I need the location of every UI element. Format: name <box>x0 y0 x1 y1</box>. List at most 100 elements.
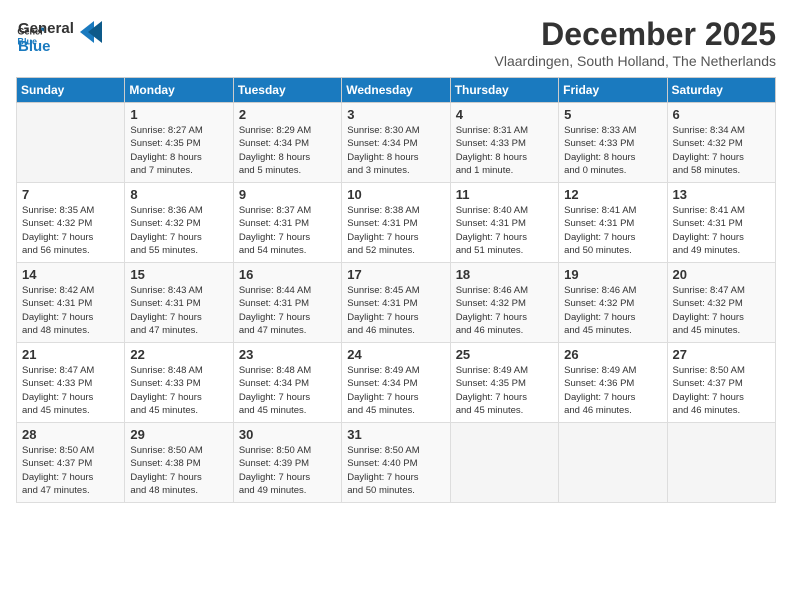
calendar-cell <box>450 423 558 503</box>
day-number: 28 <box>22 427 119 442</box>
calendar-cell: 28 Sunrise: 8:50 AMSunset: 4:37 PMDayligh… <box>17 423 125 503</box>
day-info: Sunrise: 8:46 AMSunset: 4:32 PMDaylight:… <box>564 284 661 337</box>
day-number: 29 <box>130 427 227 442</box>
calendar-cell: 30 Sunrise: 8:50 AMSunset: 4:39 PMDayligh… <box>233 423 341 503</box>
calendar-cell: 19Sunrise: 8:46 AMSunset: 4:32 PMDayligh… <box>559 263 667 343</box>
day-number: 21 <box>22 347 119 362</box>
calendar-cell: 25Sunrise: 8:49 AMSunset: 4:35 PMDayligh… <box>450 343 558 423</box>
calendar-week-row: 14 Sunrise: 8:42 AMSunset: 4:31 PMDayligh… <box>17 263 776 343</box>
logo-text-blue: Blue <box>18 38 74 56</box>
calendar-cell: 31Sunrise: 8:50 AMSunset: 4:40 PMDayligh… <box>342 423 450 503</box>
day-number: 14 <box>22 267 119 282</box>
day-info: Sunrise: 8:41 AMSunset: 4:31 PMDaylight:… <box>564 204 661 257</box>
calendar-cell: 17 Sunrise: 8:45 AMSunset: 4:31 PMDayligh… <box>342 263 450 343</box>
calendar-cell: 8Sunrise: 8:36 AMSunset: 4:32 PMDaylight… <box>125 183 233 263</box>
calendar-table: SundayMondayTuesdayWednesdayThursdayFrid… <box>16 77 776 503</box>
day-number: 26 <box>564 347 661 362</box>
day-number: 5 <box>564 107 661 122</box>
day-number: 11 <box>456 187 553 202</box>
day-info: Sunrise: 8:34 AMSunset: 4:32 PMDaylight:… <box>673 124 770 177</box>
calendar-cell: 6 Sunrise: 8:34 AMSunset: 4:32 PMDaylight… <box>667 103 775 183</box>
day-info: Sunrise: 8:49 AMSunset: 4:34 PMDaylight:… <box>347 364 444 417</box>
day-info: Sunrise: 8:43 AMSunset: 4:31 PMDaylight:… <box>130 284 227 337</box>
day-number: 6 <box>673 107 770 122</box>
day-info: Sunrise: 8:44 AMSunset: 4:31 PMDaylight:… <box>239 284 336 337</box>
day-number: 3 <box>347 107 444 122</box>
logo-text-general: General <box>18 20 74 38</box>
header-day-sunday: Sunday <box>17 78 125 103</box>
calendar-cell: 16 Sunrise: 8:44 AMSunset: 4:31 PMDayligh… <box>233 263 341 343</box>
day-info: Sunrise: 8:27 AMSunset: 4:35 PMDaylight:… <box>130 124 227 177</box>
calendar-cell: 26 Sunrise: 8:49 AMSunset: 4:36 PMDayligh… <box>559 343 667 423</box>
calendar-cell: 22 Sunrise: 8:48 AMSunset: 4:33 PMDayligh… <box>125 343 233 423</box>
calendar-cell: 7 Sunrise: 8:35 AMSunset: 4:32 PMDaylight… <box>17 183 125 263</box>
day-number: 4 <box>456 107 553 122</box>
day-info: Sunrise: 8:45 AMSunset: 4:31 PMDaylight:… <box>347 284 444 337</box>
page-header: General Blue General Blue General Blue D… <box>16 16 776 69</box>
day-number: 23 <box>239 347 336 362</box>
logo-arrow-icon <box>80 21 102 43</box>
calendar-cell: 9 Sunrise: 8:37 AMSunset: 4:31 PMDaylight… <box>233 183 341 263</box>
day-number: 16 <box>239 267 336 282</box>
day-number: 10 <box>347 187 444 202</box>
calendar-cell: 27Sunrise: 8:50 AMSunset: 4:37 PMDayligh… <box>667 343 775 423</box>
day-info: Sunrise: 8:49 AMSunset: 4:36 PMDaylight:… <box>564 364 661 417</box>
day-number: 9 <box>239 187 336 202</box>
header-day-saturday: Saturday <box>667 78 775 103</box>
day-info: Sunrise: 8:47 AMSunset: 4:32 PMDaylight:… <box>673 284 770 337</box>
day-info: Sunrise: 8:50 AMSunset: 4:39 PMDaylight:… <box>239 444 336 497</box>
calendar-week-row: 21Sunrise: 8:47 AMSunset: 4:33 PMDayligh… <box>17 343 776 423</box>
day-info: Sunrise: 8:40 AMSunset: 4:31 PMDaylight:… <box>456 204 553 257</box>
day-number: 2 <box>239 107 336 122</box>
calendar-cell: 24Sunrise: 8:49 AMSunset: 4:34 PMDayligh… <box>342 343 450 423</box>
header-day-monday: Monday <box>125 78 233 103</box>
day-number: 7 <box>22 187 119 202</box>
calendar-cell <box>559 423 667 503</box>
calendar-cell: 21Sunrise: 8:47 AMSunset: 4:33 PMDayligh… <box>17 343 125 423</box>
day-info: Sunrise: 8:50 AMSunset: 4:37 PMDaylight:… <box>22 444 119 497</box>
location-subtitle: Vlaardingen, South Holland, The Netherla… <box>495 53 776 69</box>
calendar-cell: 13Sunrise: 8:41 AMSunset: 4:31 PMDayligh… <box>667 183 775 263</box>
day-info: Sunrise: 8:48 AMSunset: 4:33 PMDaylight:… <box>130 364 227 417</box>
day-number: 17 <box>347 267 444 282</box>
header-day-tuesday: Tuesday <box>233 78 341 103</box>
day-info: Sunrise: 8:37 AMSunset: 4:31 PMDaylight:… <box>239 204 336 257</box>
day-info: Sunrise: 8:50 AMSunset: 4:37 PMDaylight:… <box>673 364 770 417</box>
calendar-cell: 20Sunrise: 8:47 AMSunset: 4:32 PMDayligh… <box>667 263 775 343</box>
calendar-cell: 4 Sunrise: 8:31 AMSunset: 4:33 PMDaylight… <box>450 103 558 183</box>
calendar-week-row: 1 Sunrise: 8:27 AMSunset: 4:35 PMDaylight… <box>17 103 776 183</box>
title-block: December 2025 Vlaardingen, South Holland… <box>495 16 776 69</box>
day-info: Sunrise: 8:29 AMSunset: 4:34 PMDaylight:… <box>239 124 336 177</box>
day-info: Sunrise: 8:31 AMSunset: 4:33 PMDaylight:… <box>456 124 553 177</box>
day-number: 8 <box>130 187 227 202</box>
calendar-cell: 29 Sunrise: 8:50 AMSunset: 4:38 PMDayligh… <box>125 423 233 503</box>
calendar-cell <box>17 103 125 183</box>
calendar-cell: 14 Sunrise: 8:42 AMSunset: 4:31 PMDayligh… <box>17 263 125 343</box>
day-number: 1 <box>130 107 227 122</box>
calendar-week-row: 7 Sunrise: 8:35 AMSunset: 4:32 PMDaylight… <box>17 183 776 263</box>
calendar-week-row: 28 Sunrise: 8:50 AMSunset: 4:37 PMDayligh… <box>17 423 776 503</box>
day-info: Sunrise: 8:33 AMSunset: 4:33 PMDaylight:… <box>564 124 661 177</box>
day-number: 25 <box>456 347 553 362</box>
day-info: Sunrise: 8:50 AMSunset: 4:40 PMDaylight:… <box>347 444 444 497</box>
day-info: Sunrise: 8:38 AMSunset: 4:31 PMDaylight:… <box>347 204 444 257</box>
logo: General Blue General Blue General Blue <box>16 16 102 56</box>
day-info: Sunrise: 8:50 AMSunset: 4:38 PMDaylight:… <box>130 444 227 497</box>
calendar-cell: 2 Sunrise: 8:29 AMSunset: 4:34 PMDaylight… <box>233 103 341 183</box>
day-number: 15 <box>130 267 227 282</box>
header-day-wednesday: Wednesday <box>342 78 450 103</box>
day-number: 18 <box>456 267 553 282</box>
calendar-cell: 3 Sunrise: 8:30 AMSunset: 4:34 PMDaylight… <box>342 103 450 183</box>
header-day-thursday: Thursday <box>450 78 558 103</box>
calendar-cell <box>667 423 775 503</box>
calendar-cell: 10 Sunrise: 8:38 AMSunset: 4:31 PMDayligh… <box>342 183 450 263</box>
day-info: Sunrise: 8:35 AMSunset: 4:32 PMDaylight:… <box>22 204 119 257</box>
day-info: Sunrise: 8:30 AMSunset: 4:34 PMDaylight:… <box>347 124 444 177</box>
calendar-cell: 23Sunrise: 8:48 AMSunset: 4:34 PMDayligh… <box>233 343 341 423</box>
header-day-friday: Friday <box>559 78 667 103</box>
day-number: 30 <box>239 427 336 442</box>
day-number: 22 <box>130 347 227 362</box>
day-info: Sunrise: 8:42 AMSunset: 4:31 PMDaylight:… <box>22 284 119 337</box>
day-number: 12 <box>564 187 661 202</box>
month-title: December 2025 <box>495 16 776 53</box>
